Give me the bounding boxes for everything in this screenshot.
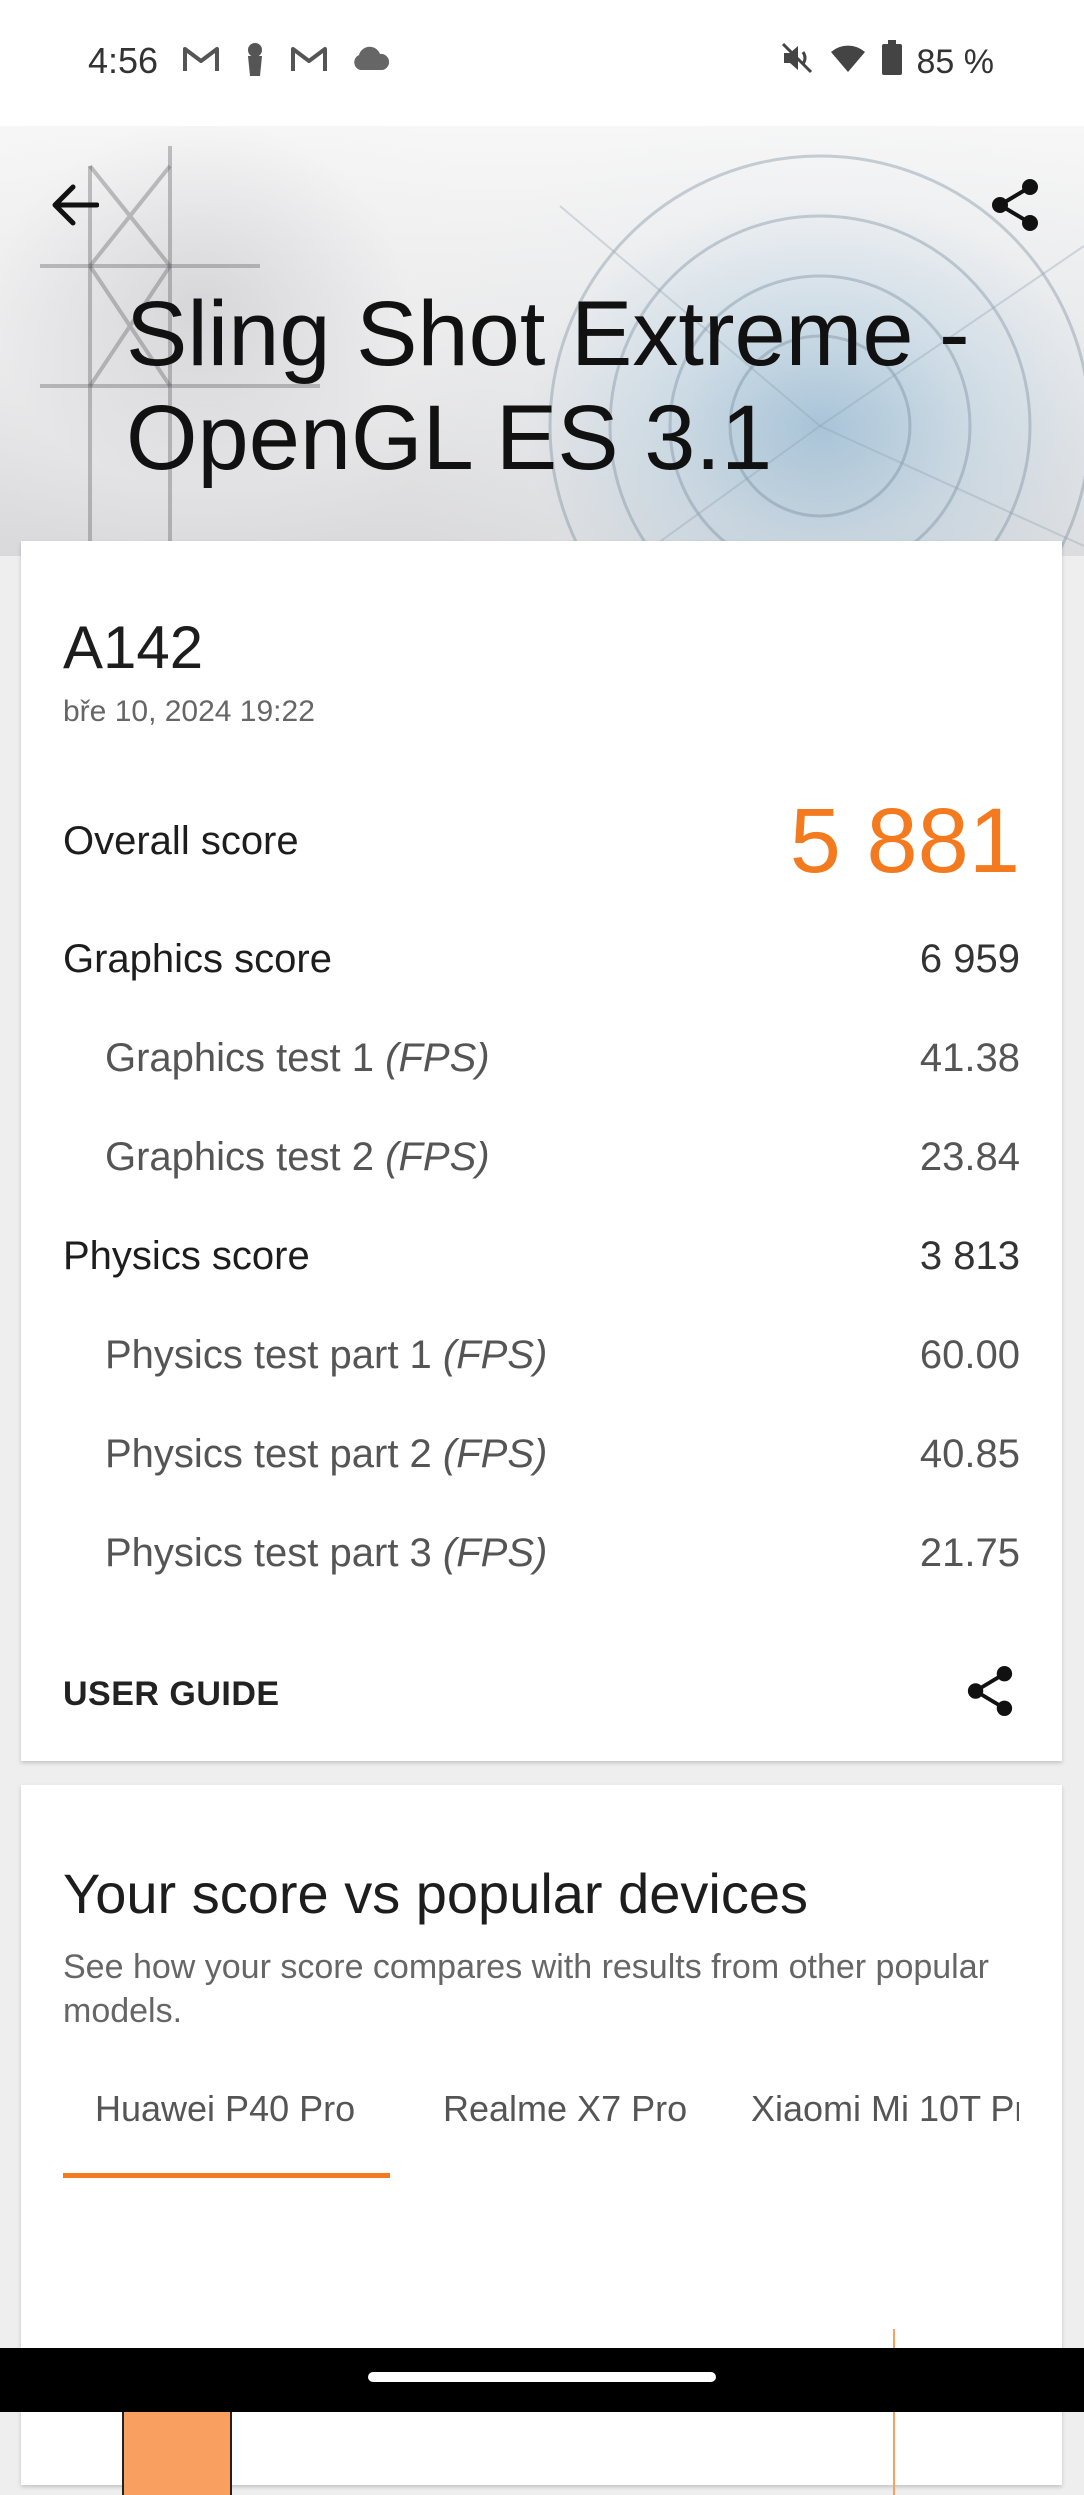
device-tabs: Huawei P40 Pro Realme X7 Pro Xiaomi Mi 1… [63, 2081, 1019, 2165]
arrow-left-icon [52, 184, 99, 226]
overall-score-label: Overall score [63, 819, 299, 863]
page-title: Sling Shot Extreme - OpenGL ES 3.1 [126, 283, 970, 489]
mute-icon [779, 40, 815, 85]
run-date: bře 10, 2024 19:22 [63, 695, 315, 728]
physics-score-row: Physics score 3 813 [63, 1234, 1020, 1279]
wifi-icon [829, 42, 867, 83]
gesture-handle[interactable] [368, 2372, 716, 2382]
person-icon [242, 42, 268, 81]
fps-unit: (FPS) [385, 1036, 490, 1080]
compare-description: See how your score compares with results… [63, 1948, 989, 2030]
navigation-bar [0, 2348, 1084, 2412]
graphics-score-value: 6 959 [919, 937, 1020, 981]
physics-test-2-value: 40.85 [919, 1432, 1020, 1476]
physics-score-value: 3 813 [919, 1234, 1020, 1278]
graphics-score-label: Graphics score [63, 937, 332, 981]
physics-test-3-label: Physics test part 3 (FPS) [105, 1531, 548, 1575]
tab-realme-x7-pro[interactable]: Realme X7 Pro [443, 2081, 687, 2165]
share-result-button[interactable] [960, 1661, 1020, 1721]
physics-test-1-row: Physics test part 1 (FPS) 60.00 [63, 1333, 1020, 1378]
graphics-test-1-value: 41.38 [919, 1036, 1020, 1080]
tab-xiaomi-mi-10t-pro[interactable]: Xiaomi Mi 10T Pro [751, 2081, 1019, 2165]
status-time: 4:56 [88, 40, 159, 81]
physics-test-1-value: 60.00 [919, 1333, 1020, 1377]
graphics-score-row: Graphics score 6 959 [63, 937, 1020, 982]
status-bar: 4:56 85 % [0, 0, 1084, 126]
user-guide-link[interactable]: USER GUIDE [63, 1675, 280, 1714]
physics-test-2-label: Physics test part 2 (FPS) [105, 1432, 548, 1476]
result-card: A142 bře 10, 2024 19:22 Overall score 5 … [21, 541, 1062, 1761]
gmail-icon [182, 44, 220, 79]
graphics-test-1-label: Graphics test 1 (FPS) [105, 1036, 490, 1080]
share-icon [992, 179, 1038, 231]
physics-test-3-value: 21.75 [919, 1531, 1020, 1575]
graphics-test-2-row: Graphics test 2 (FPS) 23.84 [63, 1135, 1020, 1180]
compare-title: Your score vs popular devices [63, 1862, 809, 1925]
fps-unit: (FPS) [442, 1531, 548, 1575]
physics-test-2-row: Physics test part 2 (FPS) 40.85 [63, 1432, 1020, 1477]
battery-percent: 85 % [916, 43, 995, 81]
fps-unit: (FPS) [385, 1135, 490, 1179]
graphics-test-1-row: Graphics test 1 (FPS) 41.38 [63, 1036, 1020, 1081]
overall-score-row: Overall score 5 881 [63, 789, 1020, 894]
cloud-icon [350, 46, 390, 77]
gmail-icon [290, 44, 328, 79]
system-icons: 85 % [779, 40, 995, 85]
hero-banner: Sling Shot Extreme - OpenGL ES 3.1 [0, 126, 1084, 556]
notification-icons [182, 42, 390, 81]
share-icon [967, 1666, 1013, 1716]
tab-huawei-p40-pro[interactable]: Huawei P40 Pro [95, 2081, 355, 2165]
active-tab-indicator [63, 2173, 390, 2178]
physics-score-label: Physics score [63, 1234, 310, 1278]
share-button-header[interactable] [980, 170, 1050, 240]
graphics-test-2-value: 23.84 [919, 1135, 1020, 1179]
back-button[interactable] [40, 170, 110, 240]
overall-score-value: 5 881 [789, 790, 1020, 892]
battery-icon [881, 40, 903, 85]
fps-unit: (FPS) [442, 1333, 548, 1377]
graphics-test-2-label: Graphics test 2 (FPS) [105, 1135, 490, 1179]
physics-test-1-label: Physics test part 1 (FPS) [105, 1333, 548, 1377]
device-name: A142 [63, 614, 204, 681]
fps-unit: (FPS) [442, 1432, 548, 1476]
physics-test-3-row: Physics test part 3 (FPS) 21.75 [63, 1531, 1020, 1576]
